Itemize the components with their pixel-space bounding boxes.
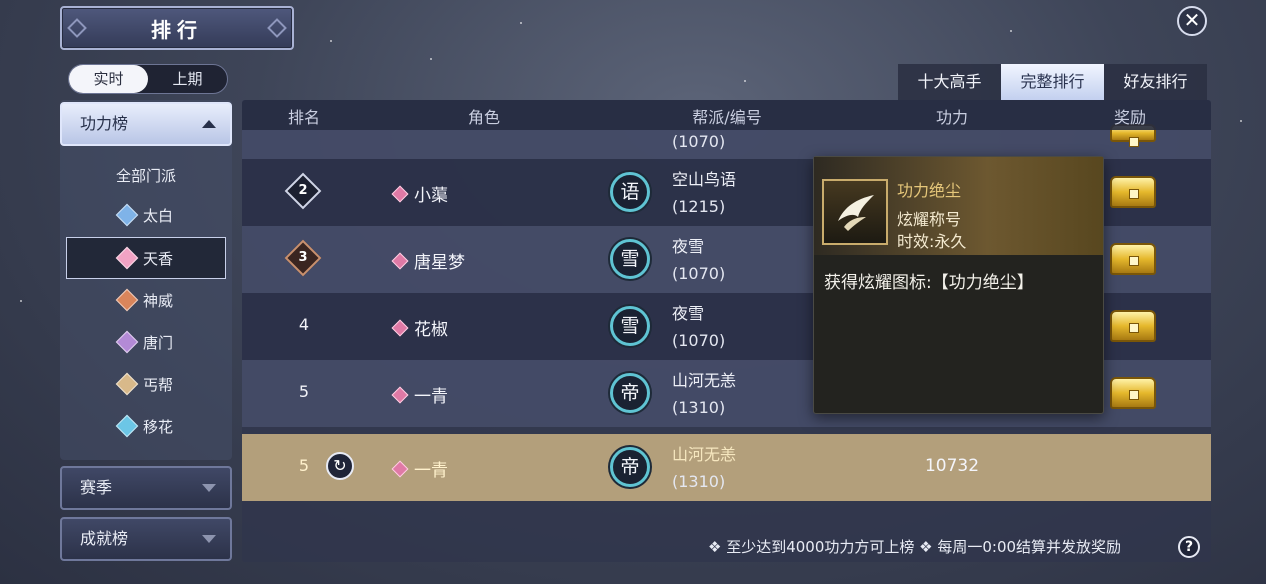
guild-emblem-icon: 雪: [610, 239, 650, 279]
column-header-guild: 帮派/编号: [692, 108, 762, 127]
help-button[interactable]: ?: [1178, 536, 1200, 558]
star-decoration: [1240, 120, 1242, 122]
guild-id: (1310): [672, 472, 726, 491]
tooltip-header: 功力绝尘 炫耀称号 时效:永久: [814, 157, 1103, 255]
tianxiang-emblem-icon: [391, 185, 409, 202]
star-decoration: [430, 58, 432, 60]
category-label: 成就榜: [80, 529, 129, 548]
tangmen-emblem-icon: [115, 330, 139, 354]
tooltip-description: 获得炫耀图标:【功力绝尘】: [824, 273, 1034, 293]
column-header-rank: 排名: [287, 108, 321, 127]
guild-name: 山河无恙: [672, 445, 737, 464]
tab-full-ranking[interactable]: 完整排行: [1001, 64, 1104, 100]
tooltip-type: 炫耀称号: [897, 210, 962, 229]
category-power-ranking[interactable]: 功力榜: [60, 102, 232, 146]
refresh-icon[interactable]: ↻: [326, 452, 354, 480]
rank-badge: 3: [284, 239, 322, 277]
star-decoration: [520, 22, 522, 24]
close-icon: ✕: [1183, 8, 1201, 32]
treasure-chest-icon[interactable]: [1110, 310, 1156, 342]
treasure-chest-icon[interactable]: [1110, 243, 1156, 275]
tab-top-ten[interactable]: 十大高手: [898, 64, 1001, 100]
school-all[interactable]: 全部门派: [66, 154, 226, 196]
guild-emblem-icon: 帝: [610, 373, 650, 413]
close-button[interactable]: ✕: [1177, 6, 1207, 36]
player-name[interactable]: 小蕖: [391, 181, 448, 206]
tianxiang-emblem-icon: [391, 319, 409, 336]
guild-id: (1310): [672, 398, 726, 417]
ranking-tabs: 十大高手 完整排行 好友排行: [898, 64, 1207, 100]
treasure-chest-icon[interactable]: [1110, 377, 1156, 409]
player-name[interactable]: 唐星梦: [391, 248, 465, 273]
guild-name: 夜雪: [672, 304, 705, 323]
period-toggle[interactable]: 实时 上期: [68, 64, 228, 94]
school-item-gaibang[interactable]: 丐帮: [66, 363, 226, 405]
guild-id: (1215): [672, 197, 726, 216]
school-item-tangmen[interactable]: 唐门: [66, 321, 226, 363]
tianxiang-emblem-icon: [115, 246, 139, 270]
tianxiang-emblem-icon: [391, 252, 409, 269]
star-decoration: [330, 40, 332, 42]
reward-tooltip: 功力绝尘 炫耀称号 时效:永久 获得炫耀图标:【功力绝尘】: [813, 156, 1104, 414]
page-title: 排行: [60, 6, 294, 50]
treasure-chest-icon[interactable]: [1110, 176, 1156, 208]
star-decoration: [744, 80, 746, 82]
chevron-down-icon: [202, 535, 216, 543]
guild-id: (1070): [672, 331, 726, 350]
tooltip-title: 功力绝尘: [897, 181, 962, 200]
school-label: 全部门派: [115, 166, 176, 185]
ornament-icon: [267, 18, 287, 38]
my-rank-row[interactable]: 5 ↻ 一青 帝 山河无恙 (1310) 10732: [242, 434, 1211, 501]
category-season[interactable]: 赛季: [60, 466, 232, 510]
page-title-text: 排行: [151, 17, 203, 42]
chevron-down-icon: [202, 484, 216, 492]
guild-id: (1070): [672, 132, 726, 151]
yihua-emblem-icon: [115, 414, 139, 438]
tianxiang-emblem-icon: [391, 386, 409, 403]
column-header-power: 功力: [935, 108, 969, 127]
tab-friend-ranking[interactable]: 好友排行: [1104, 64, 1207, 100]
category-label: 赛季: [80, 478, 113, 497]
guild-id: (1070): [672, 264, 726, 283]
table-header: 排名 角色 帮派/编号 功力 奖励: [242, 100, 1211, 130]
guild-emblem-icon: 语: [610, 172, 650, 212]
category-label: 功力榜: [80, 114, 129, 133]
school-item-tianxiang[interactable]: 天香: [66, 237, 226, 279]
guild-name: 山河无恙: [672, 371, 737, 390]
rank-badge: 2: [284, 172, 322, 210]
category-achievement[interactable]: 成就榜: [60, 517, 232, 561]
school-item-taibai[interactable]: 太白: [66, 194, 226, 236]
school-label: 太白: [142, 206, 173, 225]
school-label: 丐帮: [142, 375, 173, 394]
player-name[interactable]: 一青: [391, 456, 448, 481]
toggle-realtime[interactable]: 实时: [69, 65, 148, 93]
school-label: 神威: [142, 291, 173, 310]
school-label: 移花: [142, 417, 173, 436]
guild-name: 夜雪: [672, 237, 705, 256]
gaibang-emblem-icon: [115, 372, 139, 396]
player-name[interactable]: 花椒: [391, 315, 448, 340]
guild-emblem-icon: 雪: [610, 306, 650, 346]
ornament-icon: [67, 18, 87, 38]
tooltip-duration: 时效:永久: [897, 232, 967, 251]
star-decoration: [20, 300, 22, 302]
tianxiang-emblem-icon: [391, 460, 409, 477]
school-label: 天香: [142, 249, 173, 268]
school-label: 唐门: [142, 333, 173, 352]
taibai-emblem-icon: [115, 203, 139, 227]
guild-name: 空山鸟语: [672, 170, 737, 189]
toggle-last-period[interactable]: 上期: [148, 65, 227, 93]
column-header-reward: 奖励: [1113, 108, 1147, 127]
player-name[interactable]: 一青: [391, 382, 448, 407]
title-badge-icon: [822, 179, 888, 245]
school-item-shenwei[interactable]: 神威: [66, 279, 226, 321]
chevron-up-icon: [202, 120, 216, 128]
shenwei-emblem-icon: [115, 288, 139, 312]
guild-emblem-icon: 帝: [610, 447, 650, 487]
ranking-rules-note: ❖ 至少达到4000功力方可上榜 ❖ 每周一0:00结算并发放奖励: [708, 538, 1122, 556]
column-header-role: 角色: [467, 108, 501, 127]
school-item-yihua[interactable]: 移花: [66, 405, 226, 447]
star-decoration: [1010, 30, 1012, 32]
